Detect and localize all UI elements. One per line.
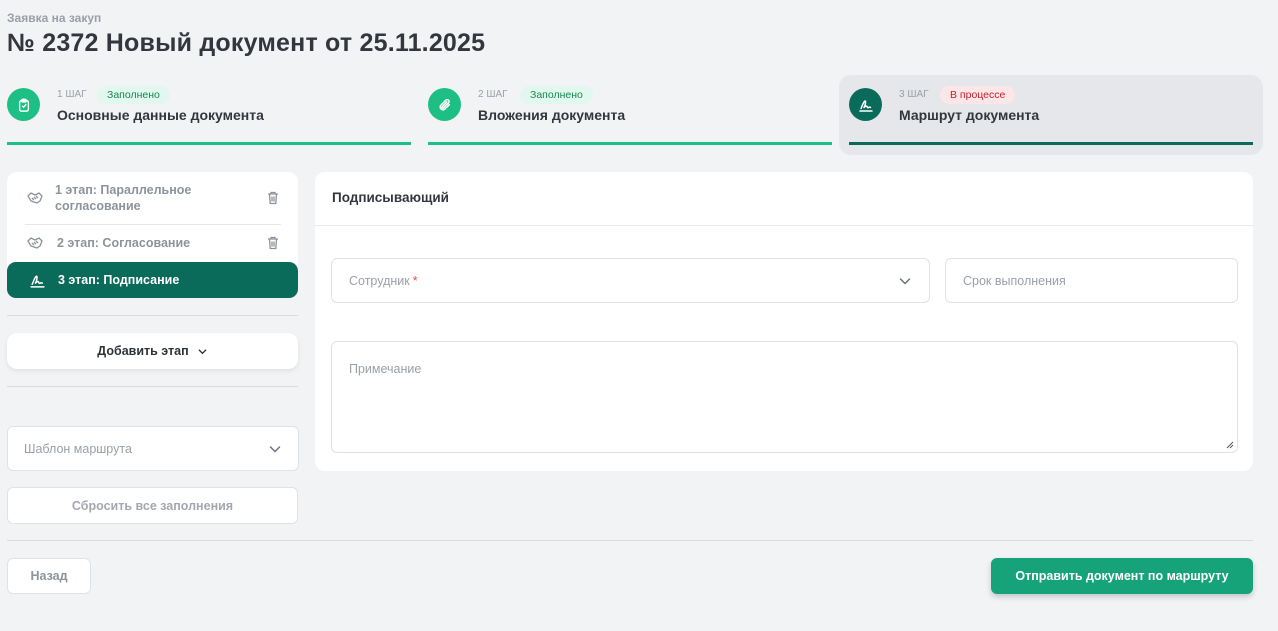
divider xyxy=(7,315,298,316)
handshake-icon xyxy=(25,233,45,253)
step-number: 2 ШАГ xyxy=(478,89,508,100)
status-badge: Заполнено xyxy=(520,86,593,104)
step-3[interactable]: 3 ШАГ В процессе Маршрут документа xyxy=(839,75,1263,155)
step-name: Маршрут документа xyxy=(899,107,1040,123)
status-badge: В процессе xyxy=(940,86,1016,104)
stage-item-1[interactable]: 1 этап: Параллельное согласование xyxy=(25,182,281,214)
step-2[interactable]: 2 ШАГ Заполнено Вложения документа xyxy=(428,75,832,155)
back-button[interactable]: Назад xyxy=(7,558,91,594)
stage-list: 1 этап: Параллельное согласование 2 этап… xyxy=(7,172,298,298)
divider xyxy=(7,540,1253,541)
note-placeholder: Примечание xyxy=(349,362,422,376)
add-stage-label: Добавить этап xyxy=(97,344,189,358)
step-progress-bar xyxy=(7,142,411,145)
deadline-field[interactable]: Срок выполнения xyxy=(945,258,1238,303)
stage-label: 3 этап: Подписание xyxy=(58,273,180,287)
employee-select[interactable]: Сотрудник * xyxy=(331,258,930,303)
page-title: № 2372 Новый документ от 25.11.2025 xyxy=(7,29,486,57)
trash-icon[interactable] xyxy=(265,190,281,206)
step-name: Основные данные документа xyxy=(57,107,264,123)
breadcrumb: Заявка на закуп xyxy=(7,11,102,25)
signature-icon xyxy=(849,88,882,121)
add-stage-button[interactable]: Добавить этап xyxy=(7,333,298,369)
reset-button[interactable]: Сбросить все заполнения xyxy=(7,487,298,524)
deadline-placeholder: Срок выполнения xyxy=(963,273,1066,288)
step-number: 3 ШАГ xyxy=(899,89,929,100)
employee-placeholder: Сотрудник xyxy=(349,273,410,288)
signature-icon xyxy=(29,272,46,289)
divider xyxy=(315,225,1253,226)
divider xyxy=(7,386,298,387)
send-route-button[interactable]: Отправить документ по маршруту xyxy=(991,558,1253,594)
step-number: 1 ШАГ xyxy=(57,89,87,100)
stage-item-active[interactable]: 3 этап: Подписание xyxy=(7,262,298,298)
stage-label: 2 этап: Согласование xyxy=(57,236,191,250)
paperclip-icon xyxy=(428,88,461,121)
signer-card: Подписывающий Сотрудник * Срок выполнения… xyxy=(315,172,1253,471)
step-progress-bar xyxy=(428,142,832,145)
trash-icon[interactable] xyxy=(265,235,281,251)
status-badge: Заполнено xyxy=(97,86,170,104)
step-1[interactable]: 1 ШАГ Заполнено Основные данные документ… xyxy=(7,75,411,155)
stage-item-2[interactable]: 2 этап: Согласование xyxy=(25,233,281,253)
clipboard-icon xyxy=(7,88,40,121)
chevron-down-icon xyxy=(269,445,281,453)
chevron-down-icon xyxy=(899,277,911,285)
chevron-down-icon xyxy=(198,348,207,354)
note-textarea[interactable]: Примечание xyxy=(331,341,1238,453)
signer-title: Подписывающий xyxy=(332,190,449,205)
stage-label: 1 этап: Параллельное согласование xyxy=(55,183,192,213)
route-template-select[interactable]: Шаблон маршрута xyxy=(7,426,299,471)
resize-handle-icon[interactable] xyxy=(1226,441,1234,449)
step-progress-bar xyxy=(849,142,1253,145)
route-template-placeholder: Шаблон маршрута xyxy=(24,441,132,456)
required-mark: * xyxy=(412,273,418,288)
handshake-icon xyxy=(25,188,45,208)
divider xyxy=(25,224,281,225)
step-name: Вложения документа xyxy=(478,107,626,123)
